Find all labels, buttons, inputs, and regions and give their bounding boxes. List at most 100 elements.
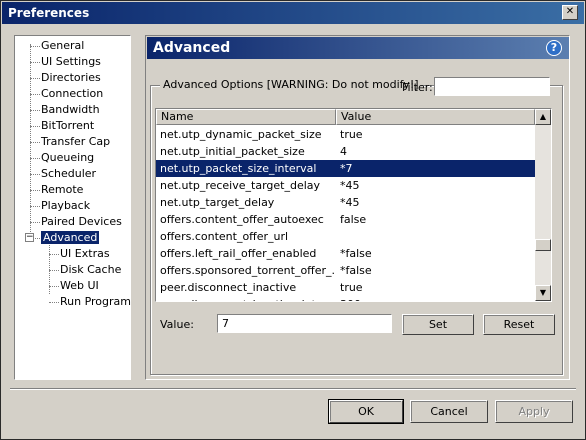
option-name: offers.left_rail_offer_enabled — [160, 247, 317, 260]
table-row[interactable]: net.utp_initial_packet_size 4 — [156, 143, 535, 160]
table-row[interactable]: offers.sponsored_torrent_offer_... *false — [156, 262, 535, 279]
table-row[interactable]: peer.disconnect_inactive_interval 300 — [156, 296, 535, 301]
scroll-thumb[interactable] — [535, 239, 551, 251]
dialog-client: General UI Settings Directories Connection B… — [2, 24, 584, 438]
tree-item-label: Bandwidth — [41, 103, 100, 116]
table-row[interactable]: net.utp_dynamic_packet_size true — [156, 126, 535, 143]
table-row[interactable]: net.utp_receive_target_delay *45 — [156, 177, 535, 194]
tree-branch-line — [49, 286, 59, 287]
option-name: net.utp_receive_target_delay — [160, 179, 321, 192]
tree-item-bandwidth[interactable]: Bandwidth — [41, 102, 100, 117]
tree-item-label: Playback — [41, 199, 91, 212]
close-button[interactable]: ✕ — [562, 5, 578, 20]
option-value: 300 — [340, 296, 530, 301]
option-value: false — [340, 213, 367, 226]
option-value: *7 — [340, 162, 353, 175]
tree-item-label: Scheduler — [41, 167, 97, 180]
tree-item-bittorrent[interactable]: BitTorrent — [41, 118, 94, 133]
tree-branch-line — [30, 206, 40, 207]
title-bar[interactable]: Preferences ✕ — [2, 2, 584, 24]
filter-input[interactable] — [434, 77, 550, 96]
tree-item-run-program[interactable]: Run Program — [60, 294, 131, 309]
panel-header: Advanced ? — [147, 37, 569, 59]
option-name: net.utp_target_delay — [160, 196, 275, 209]
tree-item-label: Directories — [41, 71, 101, 84]
tree-item-label: Disk Cache — [60, 263, 122, 276]
help-icon[interactable]: ? — [546, 40, 562, 56]
tree-item-ui-settings[interactable]: UI Settings — [41, 54, 101, 69]
option-value: *45 — [340, 196, 360, 209]
apply-button[interactable]: Apply — [495, 400, 573, 423]
reset-button[interactable]: Reset — [483, 314, 555, 335]
value-input[interactable] — [217, 314, 392, 333]
tree-branch-line — [49, 254, 59, 255]
option-name: peer.disconnect_inactive_interval — [160, 296, 334, 301]
scroll-up-button[interactable]: ▲ — [535, 109, 551, 125]
tree-item-label: UI Settings — [41, 55, 101, 68]
set-button[interactable]: Set — [402, 314, 474, 335]
window-title: Preferences — [8, 6, 90, 20]
tree-branch-line — [30, 94, 40, 95]
table-row[interactable]: offers.left_rail_offer_enabled *false — [156, 245, 535, 262]
tree-item-paired-devices[interactable]: Paired Devices — [41, 214, 122, 229]
tree-item-label: Transfer Cap — [41, 135, 111, 148]
options-list[interactable]: Name Value net.utp_dynamic_packet_size tr… — [155, 108, 552, 302]
filter-label: Filter: — [402, 81, 433, 94]
tree-item-disk-cache[interactable]: Disk Cache — [60, 262, 121, 277]
tree-item-label: UI Extras — [60, 247, 110, 260]
tree-branch-line — [49, 270, 59, 271]
tree-branch-line — [49, 302, 59, 303]
tree-item-label: Paired Devices — [41, 215, 122, 228]
tree-item-label: Advanced — [41, 231, 100, 244]
table-row[interactable]: net.utp_target_delay *45 — [156, 194, 535, 211]
tree-item-directories[interactable]: Directories — [41, 70, 101, 85]
tree-item-advanced[interactable]: Advanced — [41, 230, 100, 245]
tree-branch-line — [30, 190, 40, 191]
option-name: net.utp_packet_size_interval — [160, 162, 317, 175]
tree-branch-line — [30, 158, 40, 159]
settings-panel: Advanced ? Advanced Options [WARNING: Do… — [145, 35, 570, 380]
option-value: true — [340, 128, 363, 141]
table-row[interactable]: net.utp_packet_size_interval *7 — [156, 160, 535, 177]
tree-item-playback[interactable]: Playback — [41, 198, 90, 213]
tree-item-label: Web UI — [60, 279, 99, 292]
panel-title: Advanced — [153, 40, 231, 56]
footer-separator — [10, 388, 576, 390]
tree-branch-line — [30, 142, 40, 143]
option-value: *false — [340, 247, 372, 260]
tree-item-label: Run Program — [60, 295, 132, 308]
tree-item-label: Connection — [41, 87, 104, 100]
tree-item-scheduler[interactable]: Scheduler — [41, 166, 96, 181]
tree-item-label: Queueing — [41, 151, 95, 164]
tree-item-ui-extras[interactable]: UI Extras — [60, 246, 110, 261]
column-header-name[interactable]: Name — [156, 109, 336, 125]
tree-item-web-ui[interactable]: Web UI — [60, 278, 99, 293]
tree-item-general[interactable]: General — [41, 38, 84, 53]
table-row[interactable]: offers.content_offer_url — [156, 228, 535, 245]
table-row[interactable]: offers.content_offer_autoexec false — [156, 211, 535, 228]
tree-branch-line — [30, 78, 40, 79]
tree-branch-line — [30, 62, 40, 63]
tree-branch-line — [30, 110, 40, 111]
category-tree: General UI Settings Directories Connection B… — [14, 35, 131, 380]
tree-item-transfer-cap[interactable]: Transfer Cap — [41, 134, 110, 149]
tree-item-label: Remote — [41, 183, 84, 196]
cancel-button[interactable]: Cancel — [410, 400, 488, 423]
tree-branch-line — [30, 46, 40, 47]
tree-item-queueing[interactable]: Queueing — [41, 150, 94, 165]
tree-item-connection[interactable]: Connection — [41, 86, 103, 101]
ok-button[interactable]: OK — [328, 399, 404, 424]
column-header-value[interactable]: Value — [336, 109, 535, 125]
scroll-down-button[interactable]: ▼ — [535, 285, 551, 301]
tree-item-label: BitTorrent — [41, 119, 95, 132]
tree-branch-line — [30, 174, 40, 175]
option-name: offers.content_offer_url — [160, 230, 289, 243]
table-row[interactable]: peer.disconnect_inactive true — [156, 279, 535, 296]
option-name: offers.content_offer_autoexec — [160, 213, 324, 226]
list-scrollbar[interactable]: ▲ ▼ — [535, 109, 551, 301]
group-label: Advanced Options [WARNING: Do not modify… — [160, 78, 422, 91]
tree-item-label: General — [41, 39, 85, 52]
tree-connector-line — [30, 44, 31, 236]
tree-item-remote[interactable]: Remote — [41, 182, 83, 197]
collapse-icon[interactable]: − — [25, 233, 34, 242]
